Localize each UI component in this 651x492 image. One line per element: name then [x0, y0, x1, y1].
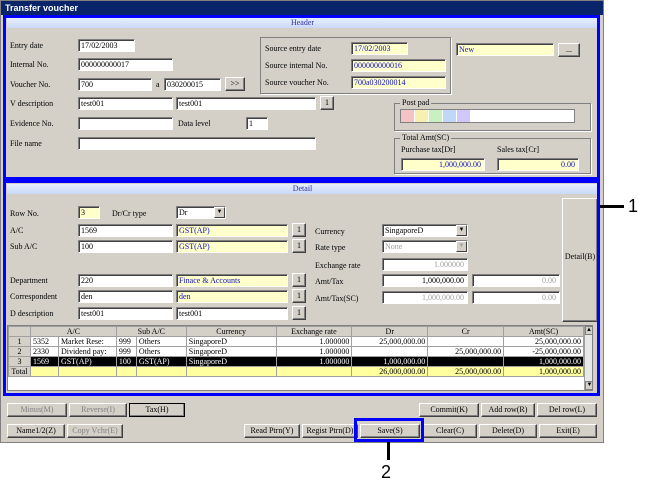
window-title: Transfer voucher	[1, 1, 603, 15]
regist-ptrn-button[interactable]: Regist Ptrn(D)	[302, 424, 358, 438]
header-highlight-frame	[3, 15, 600, 180]
callout-line-1	[600, 205, 624, 208]
commit-button[interactable]: Commit(K)	[419, 403, 479, 417]
tax-button[interactable]: Tax(H)	[129, 403, 185, 417]
delete-button[interactable]: Delete(D)	[479, 424, 537, 438]
exit-button[interactable]: Exit(E)	[539, 424, 597, 438]
callout-number-2: 2	[381, 462, 392, 482]
detail-highlight-frame	[3, 180, 600, 396]
name12-button[interactable]: Name1/2(Z)	[7, 424, 65, 438]
minus-button[interactable]: Minus(M)	[7, 403, 67, 417]
clear-button[interactable]: Clear(C)	[423, 424, 477, 438]
reverse-button[interactable]: Reverse(I)	[69, 403, 127, 417]
copy-vchr-button[interactable]: Copy Vchr(E)	[67, 424, 123, 438]
read-ptrn-button[interactable]: Read Ptrn(Y)	[244, 424, 300, 438]
callout-line-2	[387, 442, 390, 460]
save-highlight-frame	[354, 418, 424, 442]
del-row-button[interactable]: Del row(L)	[537, 403, 597, 417]
callout-number-1: 1	[628, 196, 639, 216]
add-row-button[interactable]: Add row(R)	[481, 403, 535, 417]
